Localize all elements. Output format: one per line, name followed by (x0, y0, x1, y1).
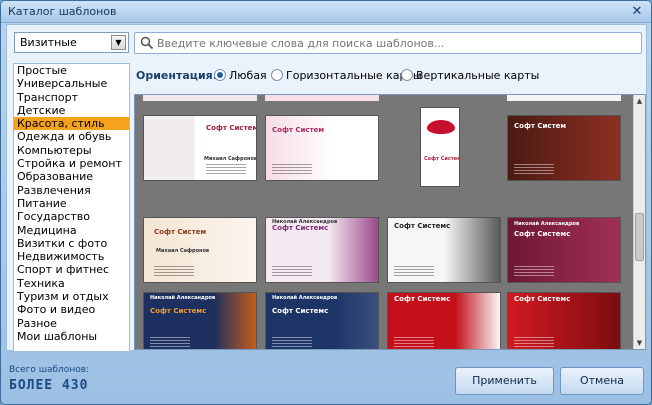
category-item[interactable]: Мои шаблоны (14, 330, 129, 343)
radio-indicator (271, 69, 283, 81)
category-item[interactable]: Спорт и фитнес (14, 263, 129, 276)
template-company-name: Софт Системс (272, 307, 329, 315)
left-panel: Визитные ▼ Простые Универсальные Транспорт… (10, 28, 131, 352)
scroll-thumb[interactable] (635, 213, 644, 261)
category-item[interactable]: Компьютеры (14, 144, 129, 157)
category-item[interactable]: Техника (14, 277, 129, 290)
template-text-lines (394, 335, 434, 349)
chevron-down-icon[interactable]: ▼ (111, 35, 126, 50)
lips-graphic (427, 120, 455, 134)
category-item[interactable]: Развлечения (14, 184, 129, 197)
category-item[interactable]: Медицина (14, 224, 129, 237)
template-company-name: Софт Системс (514, 230, 571, 238)
category-item[interactable]: Недвижимость (14, 250, 129, 263)
category-item[interactable]: Транспорт (14, 91, 129, 104)
template-company-name: Софт Системс (394, 222, 451, 230)
template-card[interactable]: Софт Системс Николай Александров (143, 292, 257, 349)
template-card[interactable]: Софт Системс Николай Александров (265, 292, 379, 349)
template-company-name: Софт Системс (150, 307, 207, 315)
orientation-vertical-radio[interactable]: Вертикальные карты (401, 68, 539, 84)
template-company-name: Софт Систем (206, 124, 257, 132)
category-item[interactable]: Образование (14, 170, 129, 183)
template-card[interactable]: Софт Системс (387, 217, 501, 283)
template-text-lines (150, 335, 190, 349)
template-text-lines (272, 162, 312, 176)
template-card[interactable]: Софт Систем (420, 107, 460, 187)
category-item[interactable]: Визитки с фото (14, 237, 129, 250)
template-card[interactable]: Софт Систем (265, 115, 379, 181)
orientation-any-radio[interactable]: Любая (214, 68, 267, 84)
orientation-horizontal-radio[interactable]: Горизонтальные карты (271, 68, 422, 84)
orientation-label: Ориентация: (136, 69, 218, 82)
search-input[interactable] (157, 35, 637, 51)
type-dropdown-value: Визитные (20, 36, 77, 49)
template-company-name: Софт Системс (394, 295, 451, 303)
template-card-partial[interactable] (265, 95, 379, 101)
category-item[interactable]: Детские (14, 104, 129, 117)
orientation-group: Ориентация: Любая Горизонтальные карты В… (130, 62, 646, 90)
template-person-name: Николай Александров (272, 219, 338, 225)
client-area: Визитные ▼ Простые Универсальные Транспорт… (6, 24, 647, 352)
template-card[interactable]: Софт Систем (507, 115, 621, 181)
close-icon[interactable]: ✕ (629, 4, 645, 19)
template-company-name: Софт Системс (514, 295, 571, 303)
window-title: Каталог шаблонов (8, 5, 117, 18)
apply-button[interactable]: Применить (455, 367, 554, 395)
template-text-lines (394, 264, 434, 278)
template-text-lines (514, 335, 554, 349)
category-item[interactable]: Красота, стиль (14, 117, 129, 131)
category-item[interactable]: Государство (14, 210, 129, 223)
search-box[interactable] (134, 32, 642, 54)
category-item[interactable]: Одежда и обувь (14, 130, 129, 143)
category-item[interactable]: Фото и видео (14, 303, 129, 316)
template-card[interactable]: Софт Системс Николай Александров (507, 217, 621, 283)
template-card-partial[interactable] (387, 95, 501, 101)
template-card[interactable]: Софт Системс (387, 292, 501, 349)
catalog-window: Каталог шаблонов ✕ Визитные ▼ Простые Уни… (0, 0, 652, 405)
template-card[interactable]: Софт Системс Николай Александров (265, 217, 379, 283)
template-card-partial[interactable] (507, 95, 621, 101)
template-company-name: Софт Систем (154, 228, 207, 236)
search-icon (140, 36, 154, 50)
template-text-lines (206, 162, 246, 176)
category-item[interactable]: Разное (14, 317, 129, 330)
scroll-down-icon[interactable]: ▼ (634, 337, 645, 349)
template-person-name: Николай Александров (514, 221, 580, 227)
radio-indicator (214, 69, 226, 81)
category-item[interactable]: Питание (14, 197, 129, 210)
scroll-up-icon[interactable]: ▲ (634, 95, 645, 107)
category-list: Простые Универсальные Транспорт Детские Крас… (13, 63, 130, 352)
template-gallery: ▲ ▼ Софт Систем Михаил Сафронов Софт Систе… (134, 94, 646, 350)
template-person-name: Николай Александров (272, 295, 338, 301)
template-count-label: Всего шаблонов: (9, 365, 90, 375)
template-company-name: Софт Систем (424, 156, 460, 162)
category-item[interactable]: Стройка и ремонт (14, 157, 129, 170)
category-item[interactable]: Универсальные (14, 77, 129, 90)
template-person-name: Николай Александров (150, 295, 216, 301)
radio-label: Вертикальные карты (416, 68, 540, 82)
template-person-name: Михаил Сафронов (156, 248, 210, 254)
template-text-lines (272, 335, 312, 349)
radio-indicator (401, 69, 413, 81)
template-count: Всего шаблонов: БОЛЕЕ 430 (9, 365, 89, 393)
gallery-scrollbar[interactable]: ▲ ▼ (633, 95, 645, 349)
template-text-lines (514, 162, 554, 176)
template-card-partial[interactable] (143, 95, 257, 101)
template-card[interactable]: Софт Систем Михаил Сафронов (143, 217, 257, 283)
radio-label: Любая (229, 68, 267, 82)
category-item[interactable]: Простые (14, 64, 129, 77)
template-company-name: Софт Систем (514, 122, 567, 130)
template-card[interactable]: Софт Систем Михаил Сафронов (143, 115, 257, 181)
template-count-value: БОЛЕЕ 430 (9, 378, 89, 393)
template-card[interactable]: Софт Системс (507, 292, 621, 349)
cancel-button[interactable]: Отмена (560, 367, 644, 395)
type-dropdown[interactable]: Визитные ▼ (14, 32, 129, 53)
title-bar: Каталог шаблонов ✕ (1, 1, 651, 23)
template-company-name: Софт Систем (272, 126, 325, 134)
template-text-lines (514, 264, 554, 278)
template-text-lines (154, 264, 194, 278)
template-text-lines (272, 264, 312, 278)
category-item[interactable]: Туризм и отдых (14, 290, 129, 303)
template-company-name: Софт Системс (272, 224, 329, 232)
